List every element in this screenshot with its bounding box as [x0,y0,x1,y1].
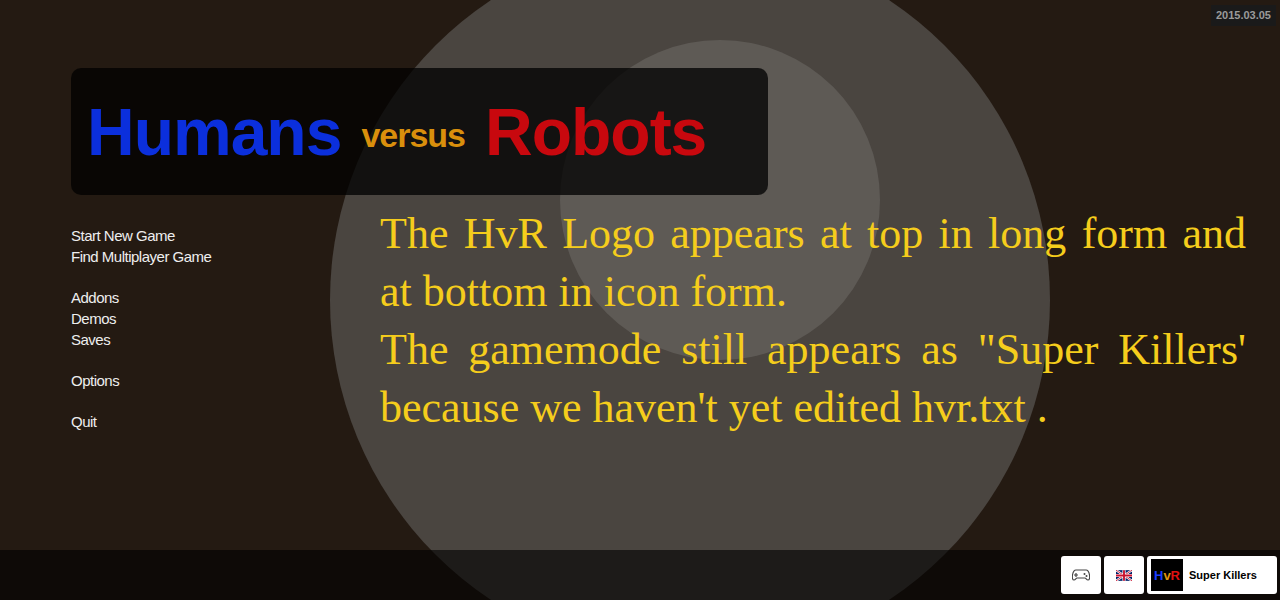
uk-flag-icon [1116,570,1132,581]
icon-letter: v [1163,569,1170,582]
menu-group: Start New GameFind Multiplayer Game [71,225,380,267]
gamemode-button[interactable]: HvR Super Killers [1147,556,1277,594]
logo: Humans versus Robots [71,68,768,195]
menu-group: Options [71,370,380,391]
logo-word: Humans [87,99,341,165]
bottom-bar: HvR Super Killers [0,550,1280,600]
menu-item[interactable]: Start New Game [71,225,380,246]
gamemode-label: Super Killers [1189,567,1257,584]
menu-item[interactable]: Find Multiplayer Game [71,246,380,267]
icon-letter: H [1154,569,1163,582]
logo-word: Robots [485,99,706,165]
main-menu: Humans versus Robots Start New GameFind Mul… [0,0,1280,600]
menu-item[interactable]: Options [71,370,380,391]
content-row: Start New GameFind Multiplayer Game Addon… [71,205,1280,437]
logo-word: versus [361,118,465,152]
menu: Start New GameFind Multiplayer Game Addon… [71,205,380,437]
language-button[interactable] [1104,556,1144,594]
icon-letter: R [1171,569,1180,582]
controller-button[interactable] [1061,556,1101,594]
version-badge: 2015.03.05 [1211,5,1276,26]
caption-paragraph: The gamemode still appears as "Super Kil… [380,321,1246,437]
gamepad-icon [1072,568,1090,582]
caption-paragraph: The HvR Logo appears at top in long form… [380,205,1246,321]
menu-item[interactable]: Quit [71,411,380,432]
menu-group: Quit [71,411,380,432]
caption: The HvR Logo appears at top in long form… [380,205,1246,437]
menu-group: AddonsDemosSaves [71,287,380,350]
menu-item[interactable]: Addons [71,287,380,308]
menu-item[interactable]: Demos [71,308,380,329]
hvr-logo-icon: HvR [1151,559,1183,591]
menu-item[interactable]: Saves [71,329,380,350]
